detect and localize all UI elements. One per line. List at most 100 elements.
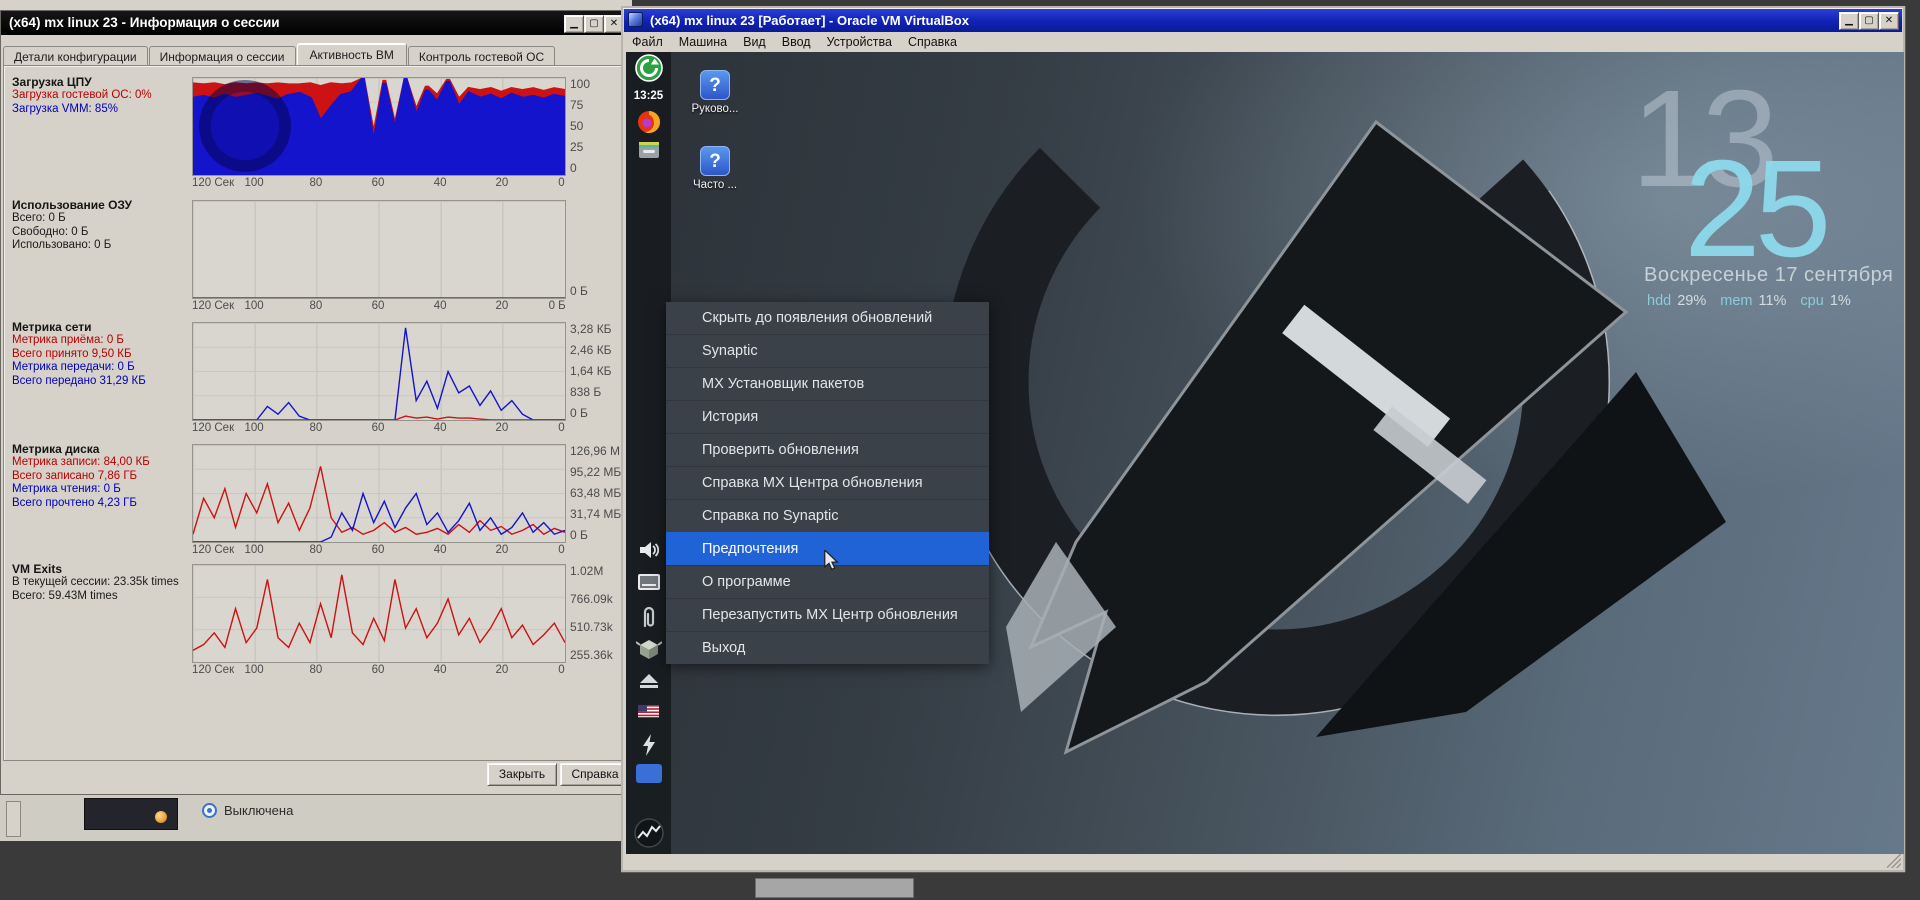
network-xtick-2: 100 bbox=[245, 422, 264, 434]
shortcut-label: Руково... bbox=[678, 103, 752, 115]
disk-xtick-1: 120 Сек bbox=[192, 544, 234, 556]
tab-2[interactable]: Информация о сессии bbox=[149, 46, 296, 66]
cpu-stat-value: 1% bbox=[1830, 293, 1851, 309]
cpu-ytick-4: 25 bbox=[570, 140, 583, 154]
minimize-icon[interactable]: ▁ bbox=[1839, 12, 1859, 30]
cpu-ytick-5: 0 bbox=[570, 161, 577, 175]
power-icon[interactable] bbox=[626, 733, 671, 757]
menu-2[interactable]: Машина bbox=[671, 32, 735, 51]
desktop-shortcut-1[interactable]: ?Руково... bbox=[678, 70, 752, 115]
ctx-item-3[interactable]: MX Установщик пакетов bbox=[666, 367, 989, 400]
cpu-xtick-6: 20 bbox=[495, 177, 508, 189]
ctx-item-1[interactable]: Скрыть до появления обновлений bbox=[666, 302, 989, 334]
cpu-ytick-1: 100 bbox=[570, 77, 590, 91]
cpu-stat-line-1: Загрузка гостевой ОС: 0% bbox=[12, 89, 188, 103]
ram-xtick-1: 120 Сек bbox=[192, 300, 234, 312]
disk-stat-line-2: Всего записано 7,86 ГБ bbox=[12, 470, 188, 484]
vmexits-info: VM ExitsВ текущей сессии: 23.35k timesВс… bbox=[12, 562, 188, 603]
ram-chart bbox=[192, 200, 566, 299]
network-stat-line-3: Метрика передачи: 0 Б bbox=[12, 361, 188, 375]
ram-info: Использование ОЗУВсего: 0 БСвободно: 0 Б… bbox=[12, 198, 188, 253]
keyboard-layout-us-flag-icon[interactable] bbox=[626, 705, 671, 718]
system-monitor-icon[interactable] bbox=[626, 818, 671, 848]
disk-chart bbox=[192, 444, 566, 543]
minimize-icon[interactable]: ▁ bbox=[564, 15, 584, 33]
menu-3[interactable]: Вид bbox=[735, 32, 774, 51]
disk-xtick-2: 100 bbox=[245, 544, 264, 556]
tab-1[interactable]: Детали конфигурации bbox=[3, 46, 148, 66]
maximize-icon[interactable]: ▢ bbox=[1859, 12, 1879, 30]
ctx-item-7[interactable]: Справка по Synaptic bbox=[666, 499, 989, 532]
mx-updater-icon[interactable] bbox=[626, 54, 671, 82]
close-icon[interactable]: ✕ bbox=[1879, 12, 1899, 30]
cpu-stat-label: cpu bbox=[1800, 293, 1823, 309]
disk-xtick-7: 0 bbox=[558, 544, 564, 556]
vmexits-xtick-2: 100 bbox=[245, 664, 264, 676]
virtualbox-vm-window: (x64) mx linux 23 [Работает] - Oracle VM… bbox=[621, 6, 1905, 872]
network-ytick-1: 3,28 КБ bbox=[570, 322, 612, 336]
tab-3[interactable]: Активность ВМ bbox=[297, 43, 407, 65]
ram-stat-line-1: Всего: 0 Б bbox=[12, 212, 188, 226]
ctx-item-10[interactable]: Перезапустить MX Центр обновления bbox=[666, 598, 989, 631]
session-window-title: (x64) mx linux 23 - Информация о сессии bbox=[9, 15, 280, 30]
ctx-item-6[interactable]: Справка MX Центра обновления bbox=[666, 466, 989, 499]
network-xtick-5: 40 bbox=[434, 422, 447, 434]
desktop-shortcut-2[interactable]: ?Часто ... bbox=[678, 146, 752, 191]
terminal-icon[interactable] bbox=[626, 573, 671, 591]
vmexits-xtick-1: 120 Сек bbox=[192, 664, 234, 676]
mem-stat-label: mem bbox=[1720, 293, 1752, 309]
ctx-item-5[interactable]: Проверить обновления bbox=[666, 433, 989, 466]
ctx-item-4[interactable]: История bbox=[666, 400, 989, 433]
session-window-titlebar[interactable]: (x64) mx linux 23 - Информация о сессии bbox=[1, 11, 633, 35]
ctx-item-11[interactable]: Выход bbox=[666, 631, 989, 664]
network-info: Метрика сетиМетрика приёма: 0 БВсего при… bbox=[12, 320, 188, 388]
menu-4[interactable]: Ввод bbox=[774, 32, 819, 51]
volume-icon[interactable] bbox=[626, 539, 671, 561]
ram-xtick-5: 40 bbox=[434, 300, 447, 312]
cpu-xtick-5: 40 bbox=[434, 177, 447, 189]
hdd-stat-value: 29% bbox=[1677, 293, 1706, 309]
cpu-ytick-2: 75 bbox=[570, 98, 583, 112]
clock-minute: 25 bbox=[1684, 140, 1826, 278]
disk-ytick-2: 95,22 МБ bbox=[570, 465, 621, 479]
menu-5[interactable]: Устройства bbox=[819, 32, 900, 51]
scrollbar[interactable] bbox=[6, 801, 21, 837]
network-xtick-6: 20 bbox=[495, 422, 508, 434]
network-xtick-7: 0 bbox=[558, 422, 564, 434]
ctx-item-2[interactable]: Synaptic bbox=[666, 334, 989, 367]
vm-powered-off-icon bbox=[202, 803, 217, 818]
vm-activity-pane: Загрузка ЦПУЗагрузка гостевой ОС: 0%Загр… bbox=[3, 65, 631, 761]
vbox-manager-window-fragment: Выключена bbox=[0, 793, 621, 841]
help-button[interactable]: Справка bbox=[560, 763, 630, 786]
vmexits-ytick-3: 510.73k bbox=[570, 620, 613, 634]
network-ytick-2: 2,46 КБ bbox=[570, 343, 612, 357]
cpu-xtick-1: 120 Сек bbox=[192, 177, 234, 189]
vbox-titlebar[interactable]: (x64) mx linux 23 [Работает] - Oracle VM… bbox=[624, 9, 1902, 32]
close-dialog-button[interactable]: Закрыть bbox=[487, 763, 557, 786]
vm-thumbnail[interactable] bbox=[84, 798, 178, 830]
mouse-cursor-icon bbox=[822, 550, 840, 570]
menu-6[interactable]: Справка bbox=[900, 32, 965, 51]
firefox-icon[interactable] bbox=[626, 110, 671, 134]
menu-1[interactable]: Файл bbox=[624, 32, 671, 51]
package-icon[interactable] bbox=[626, 637, 671, 661]
dock-clock: 13:25 bbox=[626, 90, 671, 102]
disk-ytick-3: 63,48 МБ bbox=[570, 486, 621, 500]
tab-4[interactable]: Контроль гостевой ОС bbox=[408, 46, 555, 66]
clipboard-icon[interactable] bbox=[626, 606, 671, 630]
vmexits-section-title: VM Exits bbox=[12, 562, 188, 576]
vm-display[interactable]: 13:25 ?Руково...?Часто ... 13 25 Воскрес… bbox=[626, 52, 1904, 854]
host-taskbar-button[interactable] bbox=[755, 878, 914, 898]
file-manager-icon[interactable] bbox=[626, 138, 671, 160]
workspace-icon[interactable] bbox=[626, 764, 671, 783]
vmexits-xtick-6: 20 bbox=[495, 664, 508, 676]
disk-section-title: Метрика диска bbox=[12, 442, 188, 456]
cpu-xtick-4: 60 bbox=[372, 177, 385, 189]
maximize-icon[interactable]: ▢ bbox=[584, 15, 604, 33]
eject-icon[interactable] bbox=[626, 672, 671, 690]
disk-xtick-4: 60 bbox=[372, 544, 385, 556]
resize-grip[interactable] bbox=[1887, 854, 1901, 868]
metric-row-ram: Использование ОЗУВсего: 0 БСвободно: 0 Б… bbox=[4, 200, 630, 320]
ram-xtick-2: 100 bbox=[245, 300, 264, 312]
network-section-title: Метрика сети bbox=[12, 320, 188, 334]
